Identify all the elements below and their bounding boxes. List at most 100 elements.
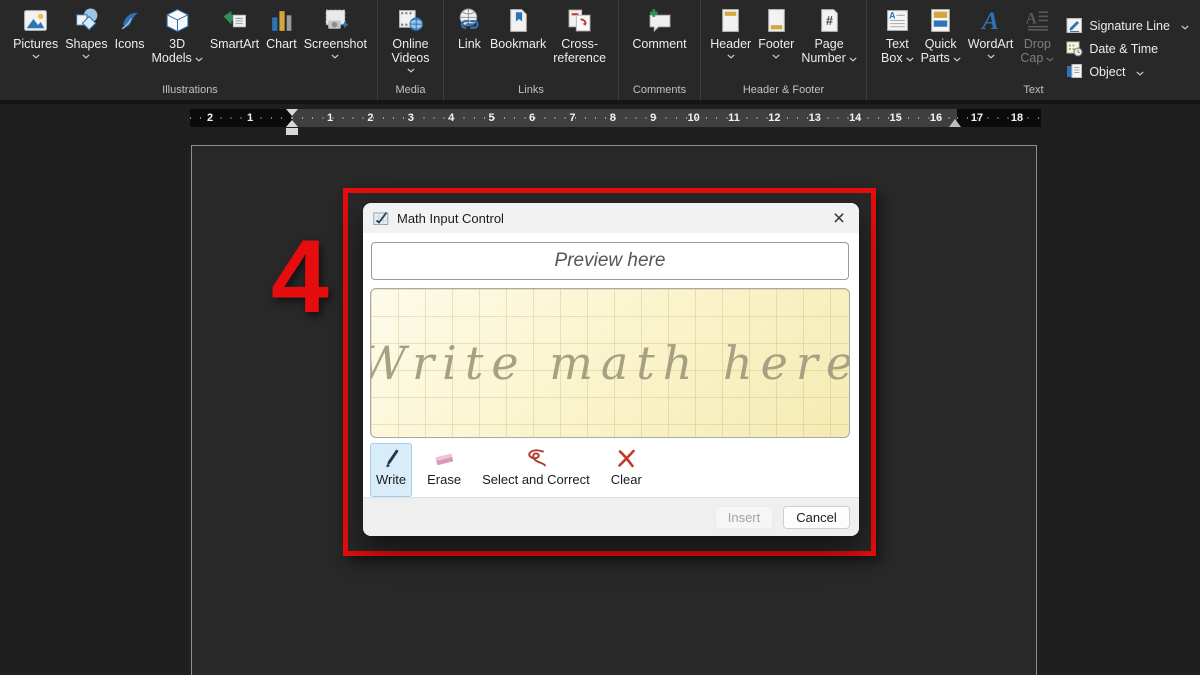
lasso-icon bbox=[524, 447, 547, 470]
chevron-down-icon bbox=[195, 51, 203, 65]
clear-x-icon bbox=[615, 447, 638, 470]
eraser-icon bbox=[433, 447, 456, 470]
close-icon[interactable]: × bbox=[826, 206, 852, 230]
tool-button-label: Clear bbox=[611, 472, 642, 487]
left-indent-marker[interactable] bbox=[286, 128, 298, 135]
ribbon-button-cross-reference[interactable]: Cross-reference bbox=[550, 7, 609, 65]
ruler-number: 9 bbox=[650, 111, 656, 125]
ribbon-button-pictures[interactable]: Pictures bbox=[10, 7, 61, 60]
ribbon-button-footer[interactable]: Footer bbox=[755, 7, 797, 60]
tool-button-clear[interactable]: Clear bbox=[605, 443, 648, 497]
ribbon-button-label: Date & Time bbox=[1089, 42, 1158, 56]
math-writing-area[interactable]: Write math here bbox=[370, 288, 850, 438]
ribbon-button-label: SmartArt bbox=[210, 37, 259, 51]
ribbon-button-label: Chart bbox=[266, 37, 297, 51]
tool-button-write[interactable]: Write bbox=[370, 443, 412, 497]
ribbon-button-smartart[interactable]: SmartArt bbox=[207, 7, 262, 51]
ribbon-button-quick-parts[interactable]: QuickParts bbox=[918, 7, 964, 65]
dialog-titlebar[interactable]: Math Input Control × bbox=[363, 203, 859, 233]
ruler-left-margin: 21 bbox=[190, 109, 292, 127]
ribbon-group-label: Illustrations bbox=[3, 83, 377, 100]
ruler-number: 5 bbox=[489, 111, 495, 125]
write-placeholder: Write math here bbox=[370, 336, 850, 390]
first-line-indent-marker[interactable] bbox=[286, 109, 298, 116]
dialog-footer: Insert Cancel bbox=[363, 497, 859, 536]
cancel-button[interactable]: Cancel bbox=[783, 506, 850, 529]
hanging-indent-marker[interactable] bbox=[286, 120, 298, 127]
ribbon-group-label: Header & Footer bbox=[701, 83, 866, 100]
ribbon-button-date-time[interactable]: Date & Time bbox=[1066, 40, 1189, 57]
horizontal-ruler[interactable]: 21123456789101112131415161718 bbox=[190, 109, 1045, 127]
ribbon-button-shapes[interactable]: Shapes bbox=[62, 7, 110, 60]
ruler-number: 10 bbox=[687, 111, 699, 125]
word-dark-window: PicturesShapes Icons 3DModels SmartArt Chart… bbox=[0, 0, 1200, 675]
chart-icon bbox=[268, 7, 295, 34]
online-videos-icon bbox=[397, 7, 424, 34]
ribbon-button-screenshot[interactable]: Screenshot bbox=[301, 7, 370, 60]
ribbon-button-label: Online bbox=[392, 37, 428, 51]
ribbon-button-object[interactable]: Object bbox=[1066, 63, 1189, 80]
chevron-down-icon bbox=[953, 51, 961, 65]
tool-button-label: Select and Correct bbox=[482, 472, 590, 487]
wordart-icon: A bbox=[977, 7, 1004, 34]
text-box-icon: A bbox=[884, 7, 911, 34]
bookmark-icon bbox=[505, 7, 532, 34]
ribbon-button-text-box[interactable]: ATextBox bbox=[878, 7, 917, 65]
chevron-down-icon bbox=[82, 53, 90, 60]
ribbon-button-wordart[interactable]: AWordArt bbox=[965, 7, 1017, 60]
ribbon-group-text: ATextBoxQuickPartsAWordArtADropCapSignat… bbox=[867, 0, 1200, 100]
link-icon bbox=[456, 7, 483, 34]
ribbon-button-label: 3D bbox=[169, 37, 185, 51]
ruler-number: 3 bbox=[408, 111, 414, 125]
page-number-icon: # bbox=[816, 7, 843, 34]
ribbon-button-3d-models[interactable]: 3DModels bbox=[149, 7, 206, 65]
ribbon-button-comment[interactable]: Comment bbox=[629, 7, 689, 51]
insert-button[interactable]: Insert bbox=[715, 506, 773, 529]
ribbon-button-label: reference bbox=[553, 51, 606, 65]
chevron-down-icon bbox=[906, 51, 914, 65]
ribbon-button-label: Cap bbox=[1020, 51, 1054, 65]
ribbon-button-label: Footer bbox=[758, 37, 794, 51]
ruler-number: 16 bbox=[930, 111, 942, 125]
tool-button-select-and-correct[interactable]: Select and Correct bbox=[476, 443, 596, 497]
svg-text:#: # bbox=[826, 14, 833, 28]
chevron-down-icon bbox=[772, 53, 780, 60]
ribbon-button-drop-cap[interactable]: ADropCap bbox=[1017, 7, 1057, 65]
chevron-down-icon bbox=[407, 67, 415, 74]
ribbon-stack: Signature Line Date & Time Object bbox=[1066, 7, 1189, 80]
math-preview-area: Preview here bbox=[371, 242, 849, 280]
pen-icon bbox=[380, 447, 403, 470]
ribbon-button-label: Comment bbox=[632, 37, 686, 51]
ribbon-button-chart[interactable]: Chart bbox=[263, 7, 300, 51]
ruler-number: 11 bbox=[728, 111, 740, 125]
header-icon bbox=[717, 7, 744, 34]
icons-icon bbox=[116, 7, 143, 34]
ribbon-group-comments: Comment Comments bbox=[619, 0, 701, 100]
ribbon-group-label: Comments bbox=[619, 83, 700, 100]
right-indent-marker[interactable] bbox=[949, 119, 961, 127]
insert-ribbon: PicturesShapes Icons 3DModels SmartArt Chart… bbox=[0, 0, 1200, 104]
ribbon-group-media: OnlineVideosMedia bbox=[378, 0, 444, 100]
annotation-step-number: 4 bbox=[271, 225, 329, 329]
ribbon-button-label: Icons bbox=[115, 37, 145, 51]
ribbon-button-label: Box bbox=[881, 51, 914, 65]
ruler-number: 14 bbox=[849, 111, 861, 125]
signature-line-icon bbox=[1066, 17, 1083, 34]
ribbon-button-label: Object bbox=[1089, 65, 1125, 79]
ribbon-button-link[interactable]: Link bbox=[453, 7, 486, 51]
ruler-number: 18 bbox=[1011, 111, 1023, 125]
chevron-down-icon bbox=[1136, 65, 1144, 79]
ruler-number: 4 bbox=[448, 111, 454, 125]
ribbon-button-label: Bookmark bbox=[490, 37, 546, 51]
svg-text:A: A bbox=[980, 8, 999, 34]
ribbon-button-header[interactable]: Header bbox=[707, 7, 754, 60]
ribbon-button-bookmark[interactable]: Bookmark bbox=[487, 7, 549, 51]
chevron-down-icon bbox=[849, 51, 857, 65]
ribbon-button-online-videos[interactable]: OnlineVideos bbox=[389, 7, 433, 74]
tool-button-erase[interactable]: Erase bbox=[421, 443, 467, 497]
ribbon-group-label: Text bbox=[867, 83, 1200, 100]
ribbon-button-page-number[interactable]: #PageNumber bbox=[798, 7, 859, 65]
ribbon-group-header-footer: Header Footer #PageNumber Header & Footer bbox=[701, 0, 867, 100]
ribbon-button-signature-line[interactable]: Signature Line bbox=[1066, 17, 1189, 34]
ribbon-button-icons[interactable]: Icons bbox=[112, 7, 148, 51]
